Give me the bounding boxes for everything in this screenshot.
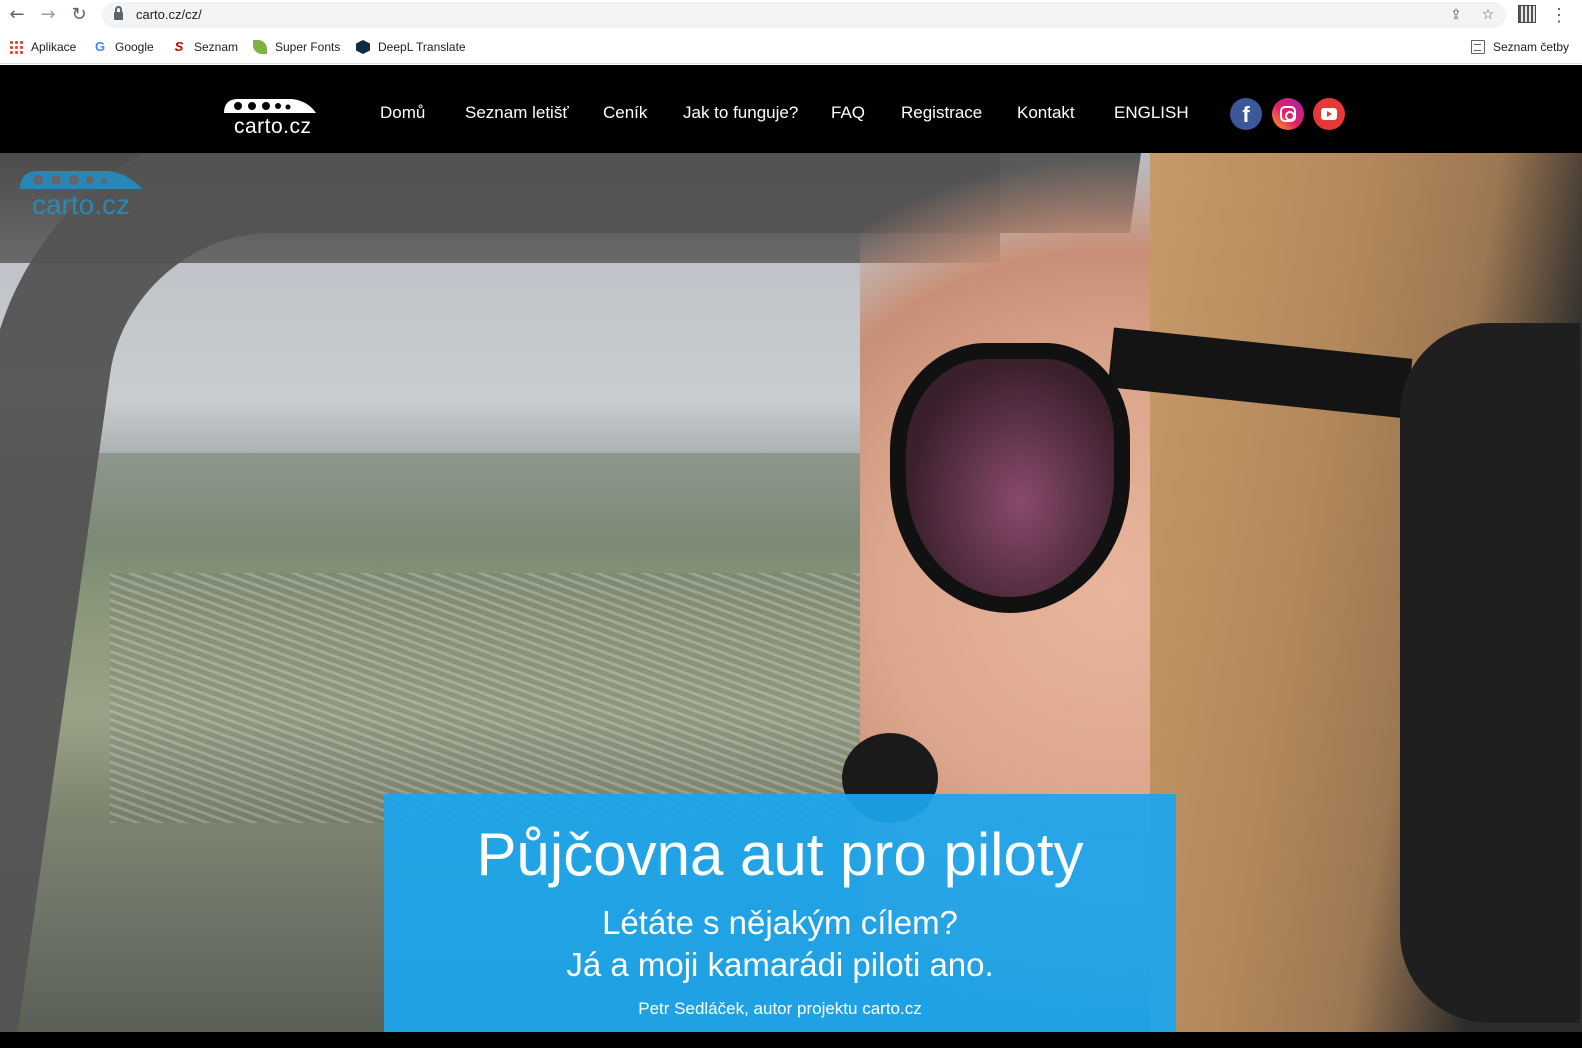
bookmark-label: Seznam xyxy=(194,40,239,54)
forward-arrow-icon[interactable]: → xyxy=(37,4,59,26)
star-icon[interactable]: ☆ xyxy=(1478,5,1498,25)
hero-callout: Půjčovna aut pro piloty Létáte s nějakým… xyxy=(384,794,1176,1048)
bookmark-google[interactable]: G Google xyxy=(93,38,154,56)
google-icon: G xyxy=(94,39,106,54)
share-icon[interactable]: ⇪ xyxy=(1446,5,1466,25)
nav-english[interactable]: ENGLISH xyxy=(1114,103,1189,123)
watermark-logo: carto.cz xyxy=(18,167,144,223)
instagram-icon[interactable] xyxy=(1272,98,1304,130)
reading-list-icon xyxy=(1471,40,1485,54)
menu-kebab-icon[interactable]: ⋮ xyxy=(1550,4,1568,26)
hero-author: Petr Sedláček, autor projektu carto.cz xyxy=(638,999,922,1018)
web-page: carto.cz Domů Seznam letišť Ceník Jak to… xyxy=(0,65,1582,1048)
hero-subtitle-line2: Já a moji kamarádi piloti ano. xyxy=(566,946,994,983)
reload-icon[interactable]: ↻ xyxy=(68,4,90,26)
nav-domu[interactable]: Domů xyxy=(380,103,425,123)
nav-registrace[interactable]: Registrace xyxy=(901,103,982,123)
bookmark-seznam[interactable]: S Seznam xyxy=(172,38,238,56)
leaf-icon xyxy=(253,40,267,54)
nav-cenik[interactable]: Ceník xyxy=(603,103,647,123)
sunglasses xyxy=(890,343,1130,613)
bookmark-label: Google xyxy=(115,40,154,54)
site-logo[interactable]: carto.cz xyxy=(222,95,318,139)
page-bottom-edge xyxy=(0,1032,1582,1048)
hero-subtitle-line1: Létáte s nějakým cílem? xyxy=(602,904,958,941)
address-bar[interactable]: carto.cz/cz/ ⇪ ☆ xyxy=(102,2,1506,28)
watermark-text: carto.cz xyxy=(32,189,131,220)
headset xyxy=(1400,323,1580,1023)
youtube-icon[interactable] xyxy=(1313,98,1345,130)
nav-kontakt[interactable]: Kontakt xyxy=(1017,103,1075,123)
bookmark-super-fonts[interactable]: Super Fonts xyxy=(253,38,340,56)
back-arrow-icon[interactable]: ← xyxy=(6,4,28,26)
bookmarks-bar: Aplikace G Google S Seznam Super Fonts D… xyxy=(0,30,1582,64)
reading-list-label: Seznam četby xyxy=(1493,40,1570,54)
browser-toolbar: ← → ↻ carto.cz/cz/ ⇪ ☆ ⋮ xyxy=(0,0,1582,30)
nav-faq[interactable]: FAQ xyxy=(831,103,865,123)
bookmark-label: Aplikace xyxy=(31,40,77,54)
url-text[interactable]: carto.cz/cz/ xyxy=(136,7,202,22)
site-header: carto.cz Domů Seznam letišť Ceník Jak to… xyxy=(0,65,1582,153)
bookmark-label: DeepL Translate xyxy=(378,40,466,54)
bookmark-label: Super Fonts xyxy=(275,40,341,54)
reading-list-button[interactable]: Seznam četby xyxy=(1471,38,1569,56)
apps-grid-icon xyxy=(9,40,23,54)
logo-text: carto.cz xyxy=(234,115,312,138)
deepl-icon xyxy=(356,40,370,54)
seznam-icon: S xyxy=(174,39,184,54)
hero-title: Půjčovna aut pro piloty xyxy=(476,821,1084,888)
nav-seznam-letist[interactable]: Seznam letišť xyxy=(465,103,569,123)
facebook-icon[interactable]: f xyxy=(1230,98,1262,130)
nav-jak-to-funguje[interactable]: Jak to funguje? xyxy=(683,103,798,123)
bookmark-aplikace[interactable]: Aplikace xyxy=(9,38,76,56)
bookmark-deepl[interactable]: DeepL Translate xyxy=(356,38,466,56)
lock-icon xyxy=(114,6,123,20)
extension-icon[interactable] xyxy=(1518,5,1536,23)
